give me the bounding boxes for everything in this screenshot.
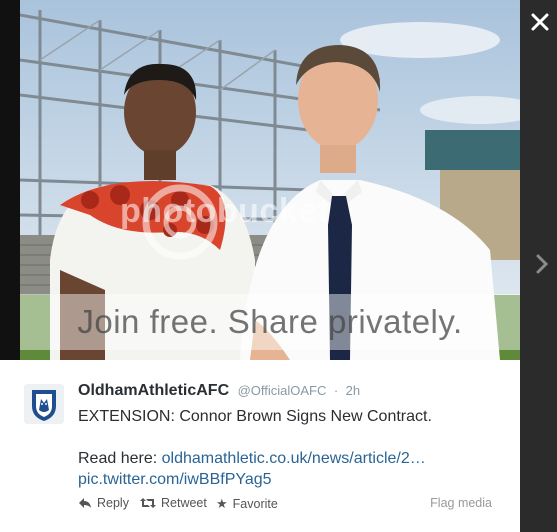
tweet-header: OldhamAthleticAFC @OfficialOAFC · 2h <box>78 382 360 400</box>
handle[interactable]: @OfficialOAFC <box>238 383 327 398</box>
reply-button[interactable]: Reply <box>78 496 129 510</box>
retweet-button[interactable]: Retweet <box>140 496 207 510</box>
star-icon: ★ <box>216 496 228 511</box>
tweet-photo[interactable]: photobucket Join free. Share privately. <box>20 0 520 360</box>
close-icon <box>531 13 549 31</box>
tweet-text: EXTENSION: Connor Brown Signs New Contra… <box>78 406 498 490</box>
close-button[interactable] <box>526 8 554 36</box>
tweet-headline: EXTENSION: Connor Brown Signs New Contra… <box>78 408 432 425</box>
watermark-banner-text: Join free. Share privately. <box>77 303 463 340</box>
watermark-brand: photobucket <box>120 192 330 230</box>
read-here-label: Read here: <box>78 450 162 467</box>
retweet-label: Retweet <box>161 496 207 510</box>
display-name[interactable]: OldhamAthleticAFC <box>78 382 229 399</box>
club-crest-icon <box>24 384 64 424</box>
next-media-button[interactable] <box>530 250 554 278</box>
retweet-icon <box>140 498 156 508</box>
separator-dot: · <box>333 383 339 398</box>
reply-icon <box>79 498 91 508</box>
media-lightbox: photobucket Join free. Share privately. … <box>0 0 520 532</box>
read-here-line: Read here: oldhamathletic.co.uk/news/art… <box>78 448 498 469</box>
article-link[interactable]: oldhamathletic.co.uk/news/article/2… <box>162 450 426 467</box>
reply-label: Reply <box>97 496 129 510</box>
watermark-banner: Join free. Share privately. <box>20 294 520 350</box>
favorite-label: Favorite <box>232 497 278 511</box>
favorite-button[interactable]: ★ Favorite <box>216 496 278 512</box>
avatar[interactable] <box>24 384 64 424</box>
tweet-actions: Reply Retweet ★ Favorite Flag media <box>78 496 498 514</box>
tweet: OldhamAthleticAFC @OfficialOAFC · 2h EXT… <box>0 360 520 532</box>
timestamp[interactable]: 2h <box>346 383 360 398</box>
pic-link[interactable]: pic.twitter.com/iwBBfPYag5 <box>78 469 498 490</box>
photo-border <box>0 0 20 360</box>
chevron-right-icon <box>536 254 548 274</box>
flag-media-link[interactable]: Flag media <box>430 496 492 510</box>
